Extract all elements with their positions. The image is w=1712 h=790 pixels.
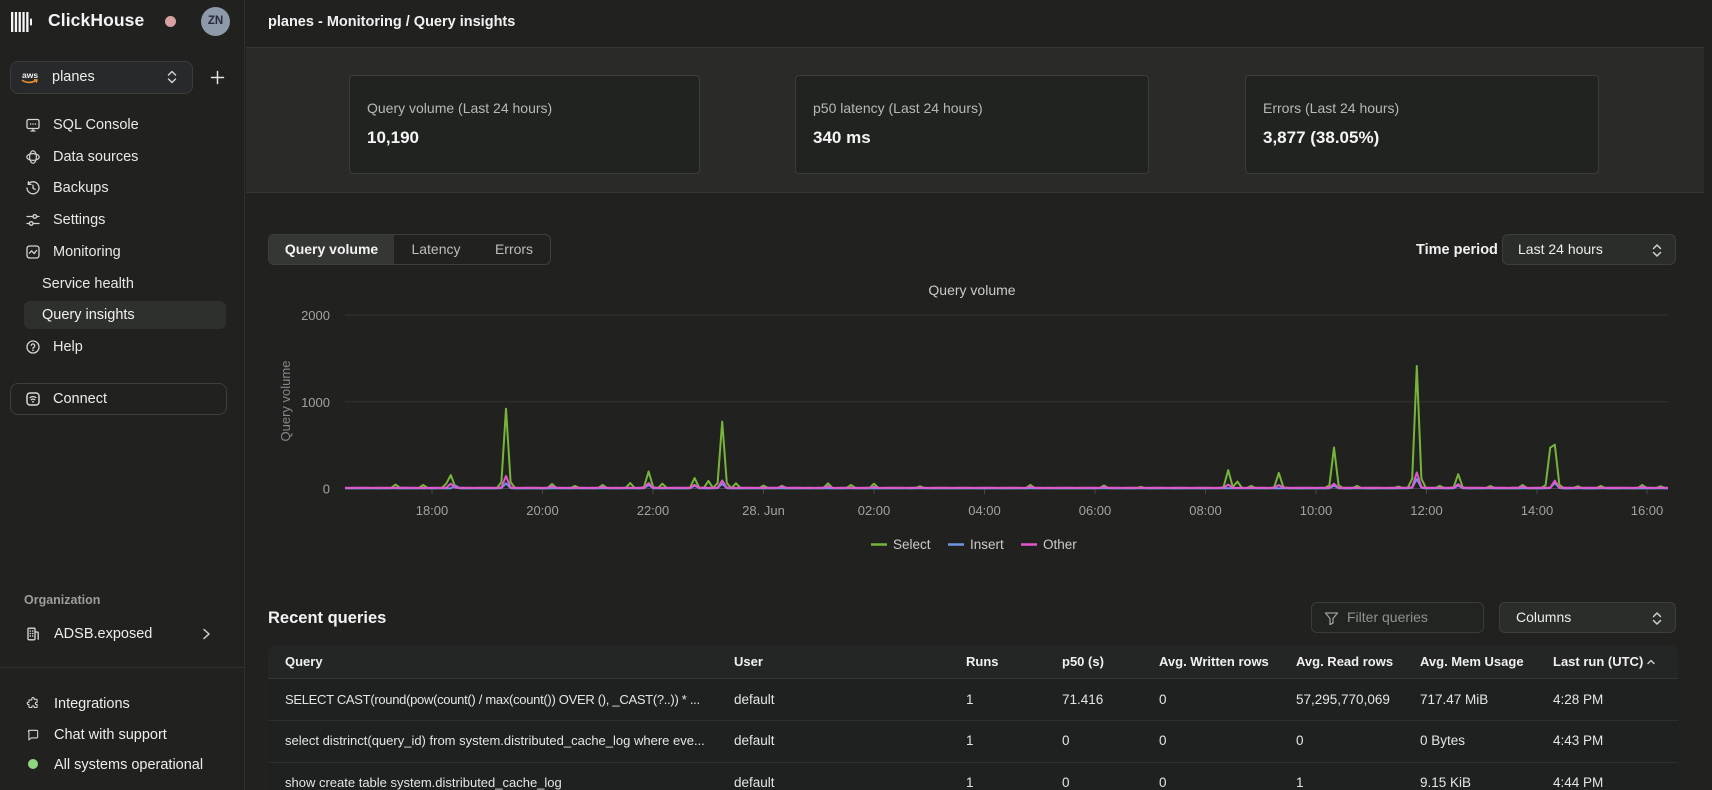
svg-text:Query volume: Query volume	[928, 282, 1015, 298]
svg-text:28. Jun: 28. Jun	[742, 503, 785, 518]
svg-text:Insert: Insert	[970, 537, 1004, 552]
svg-text:04:00: 04:00	[968, 503, 1001, 518]
svg-text:16:00: 16:00	[1631, 503, 1664, 518]
svg-text:Query volume: Query volume	[278, 361, 293, 442]
svg-text:2000: 2000	[301, 308, 330, 323]
svg-text:02:00: 02:00	[858, 503, 891, 518]
svg-text:06:00: 06:00	[1079, 503, 1112, 518]
svg-text:20:00: 20:00	[526, 503, 559, 518]
svg-text:22:00: 22:00	[637, 503, 670, 518]
svg-text:18:00: 18:00	[416, 503, 449, 518]
svg-text:12:00: 12:00	[1410, 503, 1443, 518]
svg-text:Other: Other	[1043, 537, 1077, 552]
svg-text:10:00: 10:00	[1300, 503, 1333, 518]
svg-text:08:00: 08:00	[1189, 503, 1222, 518]
svg-text:1000: 1000	[301, 395, 330, 410]
svg-text:Select: Select	[893, 537, 931, 552]
svg-text:14:00: 14:00	[1521, 503, 1554, 518]
svg-text:0: 0	[323, 482, 330, 497]
